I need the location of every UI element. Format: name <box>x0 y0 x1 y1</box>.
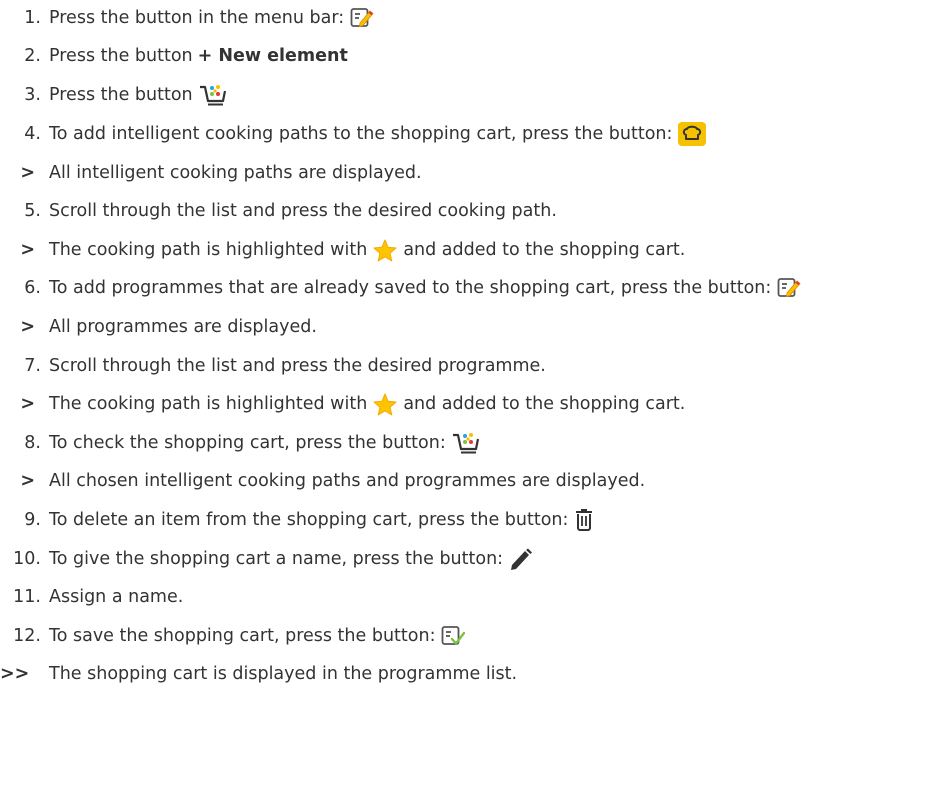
step-text: To save the shopping cart, press the but… <box>49 626 436 646</box>
step-text: To add programmes that are already saved… <box>49 278 772 298</box>
step-number: 11. <box>13 587 41 607</box>
step-number: 4. <box>24 124 41 144</box>
new-element-label: + New element <box>197 46 348 66</box>
step-11: 11. Assign a name. <box>0 579 183 615</box>
result-marker: > <box>20 163 35 183</box>
step-10: 10. To give the shopping cart a name, pr… <box>0 541 533 577</box>
final-result: >> The shopping cart is displayed in the… <box>0 656 517 692</box>
step-text: Press the button <box>49 85 193 105</box>
step-2: 2. Press the button + New element <box>0 38 348 74</box>
step-text: To check the shopping cart, press the bu… <box>49 433 446 453</box>
step-result: > All programmes are displayed. <box>0 309 317 345</box>
step-text: Scroll through the list and press the de… <box>49 356 546 376</box>
step-12: 12. To save the shopping cart, press the… <box>0 618 466 654</box>
step-text: Press the button in the menu bar: <box>49 8 345 28</box>
trash-icon <box>574 509 594 531</box>
step-number: 10. <box>13 549 41 569</box>
edit-list-icon <box>777 277 801 299</box>
step-text: To add intelligent cooking paths to the … <box>49 124 673 144</box>
step-number: 8. <box>24 433 41 453</box>
step-text: Press the button <box>49 46 193 66</box>
result-marker: > <box>20 240 35 260</box>
pencil-icon <box>509 548 533 570</box>
step-4: 4. To add intelligent cooking paths to t… <box>0 116 707 152</box>
step-text: Assign a name. <box>49 587 184 607</box>
step-3: 3. Press the button <box>0 77 227 113</box>
result-marker: > <box>20 394 35 414</box>
final-marker: >> <box>0 664 30 684</box>
result-text-after: and added to the shopping cart. <box>403 240 686 260</box>
step-7: 7. Scroll through the list and press the… <box>0 348 546 384</box>
step-6: 6. To add programmes that are already sa… <box>0 270 801 306</box>
step-text: To give the shopping cart a name, press … <box>49 549 504 569</box>
step-result: > The cooking path is highlighted with a… <box>0 386 685 422</box>
step-number: 2. <box>24 46 41 66</box>
step-number: 1. <box>24 8 41 28</box>
result-text: The cooking path is highlighted with <box>49 240 368 260</box>
shopping-cart-icon <box>199 83 227 107</box>
step-result: > All chosen intelligent cooking paths a… <box>0 463 645 499</box>
step-1: 1. Press the button in the menu bar: <box>0 0 374 36</box>
final-text: The shopping cart is displayed in the pr… <box>49 664 518 684</box>
result-text: All programmes are displayed. <box>49 317 317 337</box>
step-result: > All intelligent cooking paths are disp… <box>0 155 422 191</box>
shopping-cart-icon <box>452 431 480 455</box>
step-9: 9. To delete an item from the shopping c… <box>0 502 594 538</box>
step-result: > The cooking path is highlighted with a… <box>0 232 685 268</box>
step-number: 12. <box>13 626 41 646</box>
step-number: 9. <box>24 510 41 530</box>
chef-hat-icon <box>678 122 707 146</box>
step-number: 5. <box>24 201 41 221</box>
edit-list-icon <box>350 7 374 29</box>
star-icon <box>373 239 397 262</box>
instruction-list: 1. Press the button in the menu bar: 2. … <box>0 0 933 802</box>
result-marker: > <box>20 471 35 491</box>
step-text: To delete an item from the shopping cart… <box>49 510 569 530</box>
result-text: The cooking path is highlighted with <box>49 394 368 414</box>
star-icon <box>373 393 397 416</box>
step-5: 5. Scroll through the list and press the… <box>0 193 557 229</box>
step-number: 3. <box>24 85 41 105</box>
step-number: 7. <box>24 356 41 376</box>
result-text: All chosen intelligent cooking paths and… <box>49 471 646 491</box>
save-list-icon <box>441 625 466 647</box>
result-text-after: and added to the shopping cart. <box>403 394 686 414</box>
result-text: All intelligent cooking paths are displa… <box>49 163 422 183</box>
result-marker: > <box>20 317 35 337</box>
step-8: 8. To check the shopping cart, press the… <box>0 425 480 461</box>
step-number: 6. <box>24 278 41 298</box>
step-text: Scroll through the list and press the de… <box>49 201 557 221</box>
